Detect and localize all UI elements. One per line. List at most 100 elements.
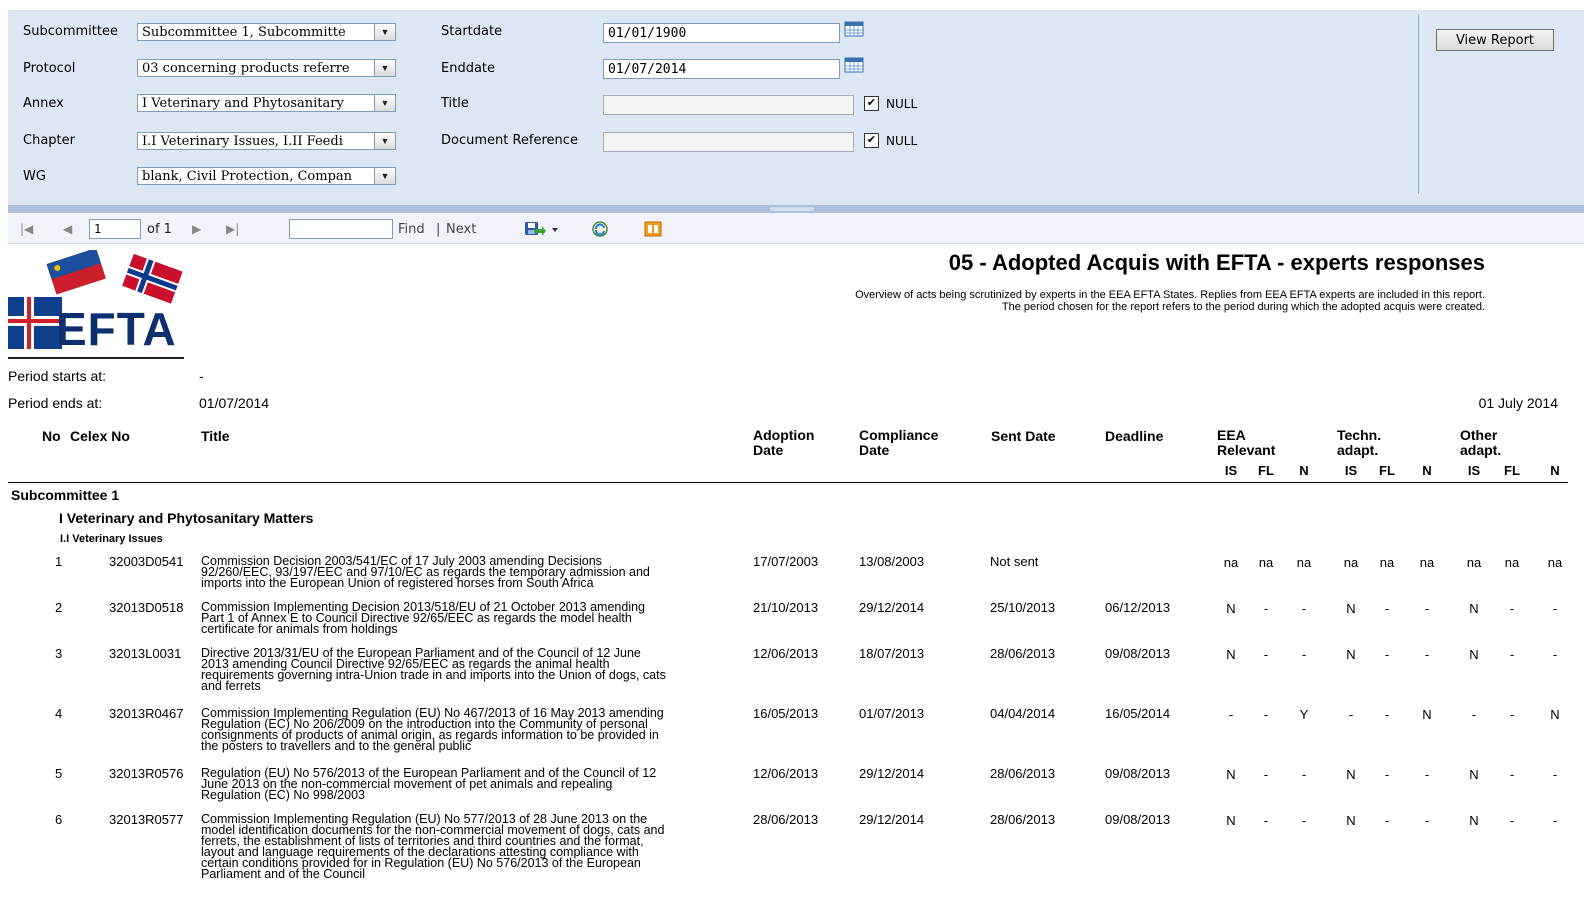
row-flag: -: [1509, 813, 1515, 828]
row-flag: N: [1469, 601, 1479, 616]
col-celex: Celex No: [70, 428, 130, 444]
row-flag: -: [1552, 767, 1558, 782]
row-flag: -: [1424, 813, 1430, 828]
row-flag: N: [1346, 647, 1356, 662]
annex-dropdown[interactable]: I Veterinary and Phytosanitary ▼: [137, 94, 396, 112]
find-input[interactable]: [289, 219, 393, 239]
row-flag: na: [1504, 555, 1520, 570]
row-flag: N: [1226, 601, 1236, 616]
row-flag: N: [1469, 813, 1479, 828]
report-title: 05 - Adopted Acquis with EFTA - experts …: [948, 250, 1485, 275]
row-flag: -: [1552, 813, 1558, 828]
chevron-down-icon[interactable]: ▼: [374, 60, 395, 76]
row-title-line: imports into the European Union of regis…: [201, 576, 594, 590]
row-flag: N: [1422, 707, 1432, 722]
calendar-icon[interactable]: [844, 57, 864, 73]
row-flag: na: [1223, 555, 1239, 570]
enddate-input[interactable]: 01/07/2014: [603, 59, 840, 79]
row-flag: -: [1471, 707, 1477, 722]
row-flag: -: [1263, 601, 1269, 616]
col-title: Title: [201, 428, 230, 444]
row-flag: N: [1346, 601, 1356, 616]
row-deadline: 09/08/2013: [1105, 646, 1171, 661]
parameter-splitter[interactable]: [8, 205, 1584, 213]
row-title-line: Regulation (EC) No 998/2003: [201, 788, 365, 802]
view-report-button[interactable]: View Report: [1436, 29, 1554, 51]
subcommittee-value: Subcommittee 1, Subcommitte: [142, 25, 346, 40]
row-flag: -: [1509, 767, 1515, 782]
docref-null-checkbox[interactable]: ✔: [864, 133, 879, 148]
row-flag: -: [1552, 601, 1558, 616]
col-deadline: Deadline: [1105, 428, 1164, 444]
last-page-icon[interactable]: ▶|: [226, 222, 239, 236]
find-link[interactable]: Find: [398, 222, 425, 237]
col-other-1: Other: [1460, 427, 1498, 443]
row-flag: na: [1466, 555, 1482, 570]
row-flag: N: [1346, 767, 1356, 782]
row-flag: -: [1424, 647, 1430, 662]
panel-divider: [1418, 14, 1419, 194]
col-techn-2: adapt.: [1337, 442, 1379, 458]
row-flag: Y: [1299, 707, 1309, 722]
row-celex: 32013L0031: [109, 646, 182, 661]
title-input[interactable]: [603, 95, 854, 115]
chevron-down-icon[interactable]: ▼: [374, 95, 395, 111]
wg-dropdown[interactable]: blank, Civil Protection, Compan ▼: [137, 167, 396, 185]
next-link[interactable]: Next: [446, 222, 476, 237]
row-flag: -: [1384, 813, 1390, 828]
docref-input[interactable]: [603, 132, 854, 152]
print-layout-icon[interactable]: [643, 220, 663, 238]
first-page-icon[interactable]: |◀: [20, 222, 33, 236]
row-adoption-date: 21/10/2013: [753, 600, 819, 615]
group-annex: I Veterinary and Phytosanitary Matters: [59, 510, 314, 526]
wg-value: blank, Civil Protection, Compan: [142, 169, 353, 184]
subcommittee-dropdown[interactable]: Subcommittee 1, Subcommitte ▼: [137, 23, 396, 41]
flag-subheader: N: [1422, 463, 1432, 478]
startdate-label: Startdate: [441, 24, 503, 39]
chevron-down-icon[interactable]: ▼: [374, 24, 395, 40]
row-adoption-date: 17/07/2003: [753, 554, 819, 569]
row-deadline: 16/05/2014: [1105, 706, 1171, 721]
row-no: 6: [55, 812, 63, 827]
period-ends-label: Period ends at:: [8, 395, 103, 411]
col-adoption-2: Date: [753, 442, 784, 458]
row-flag: na: [1547, 555, 1563, 570]
row-celex: 32013D0518: [109, 600, 184, 615]
calendar-icon[interactable]: [844, 21, 864, 37]
row-title-line: and ferrets: [201, 679, 261, 693]
row-flag: -: [1301, 647, 1307, 662]
flag-subheader: N: [1299, 463, 1309, 478]
chapter-dropdown[interactable]: I.I Veterinary Issues, I.II Feedi ▼: [137, 132, 396, 150]
export-save-icon[interactable]: [524, 220, 560, 238]
flag-subheader: FL: [1258, 463, 1274, 478]
refresh-icon[interactable]: [590, 220, 610, 238]
row-flag: -: [1348, 707, 1354, 722]
row-flag: N: [1226, 767, 1236, 782]
startdate-input[interactable]: 01/01/1900: [603, 23, 840, 43]
title-null-checkbox[interactable]: ✔: [864, 96, 879, 111]
col-eea-1: EEA: [1217, 427, 1246, 443]
row-compliance-date: 29/12/2014: [859, 600, 925, 615]
previous-page-icon[interactable]: ◀: [63, 222, 72, 236]
protocol-dropdown[interactable]: 03 concerning products referre ▼: [137, 59, 396, 77]
row-flag: -: [1384, 601, 1390, 616]
chevron-down-icon[interactable]: ▼: [374, 133, 395, 149]
report-subtitle-1: Overview of acts being scrutinized by ex…: [855, 289, 1485, 301]
col-adoption: Adoption Date: [753, 428, 814, 458]
splitter-grip[interactable]: [770, 207, 814, 211]
row-celex: 32003D0541: [109, 554, 184, 569]
chevron-down-icon[interactable]: ▼: [374, 168, 395, 184]
annex-label: Annex: [23, 96, 64, 111]
row-flag: -: [1509, 707, 1515, 722]
row-deadline: 09/08/2013: [1105, 766, 1171, 781]
row-no: 2: [55, 600, 63, 615]
row-flag: -: [1509, 647, 1515, 662]
row-flag: -: [1424, 601, 1430, 616]
col-compliance-1: Compliance: [859, 427, 939, 443]
protocol-label: Protocol: [23, 61, 76, 76]
row-flag: na: [1419, 555, 1435, 570]
row-adoption-date: 12/06/2013: [753, 646, 819, 661]
row-flag: na: [1296, 555, 1312, 570]
page-number-input[interactable]: 1: [89, 219, 141, 239]
next-page-icon[interactable]: ▶: [192, 222, 201, 236]
